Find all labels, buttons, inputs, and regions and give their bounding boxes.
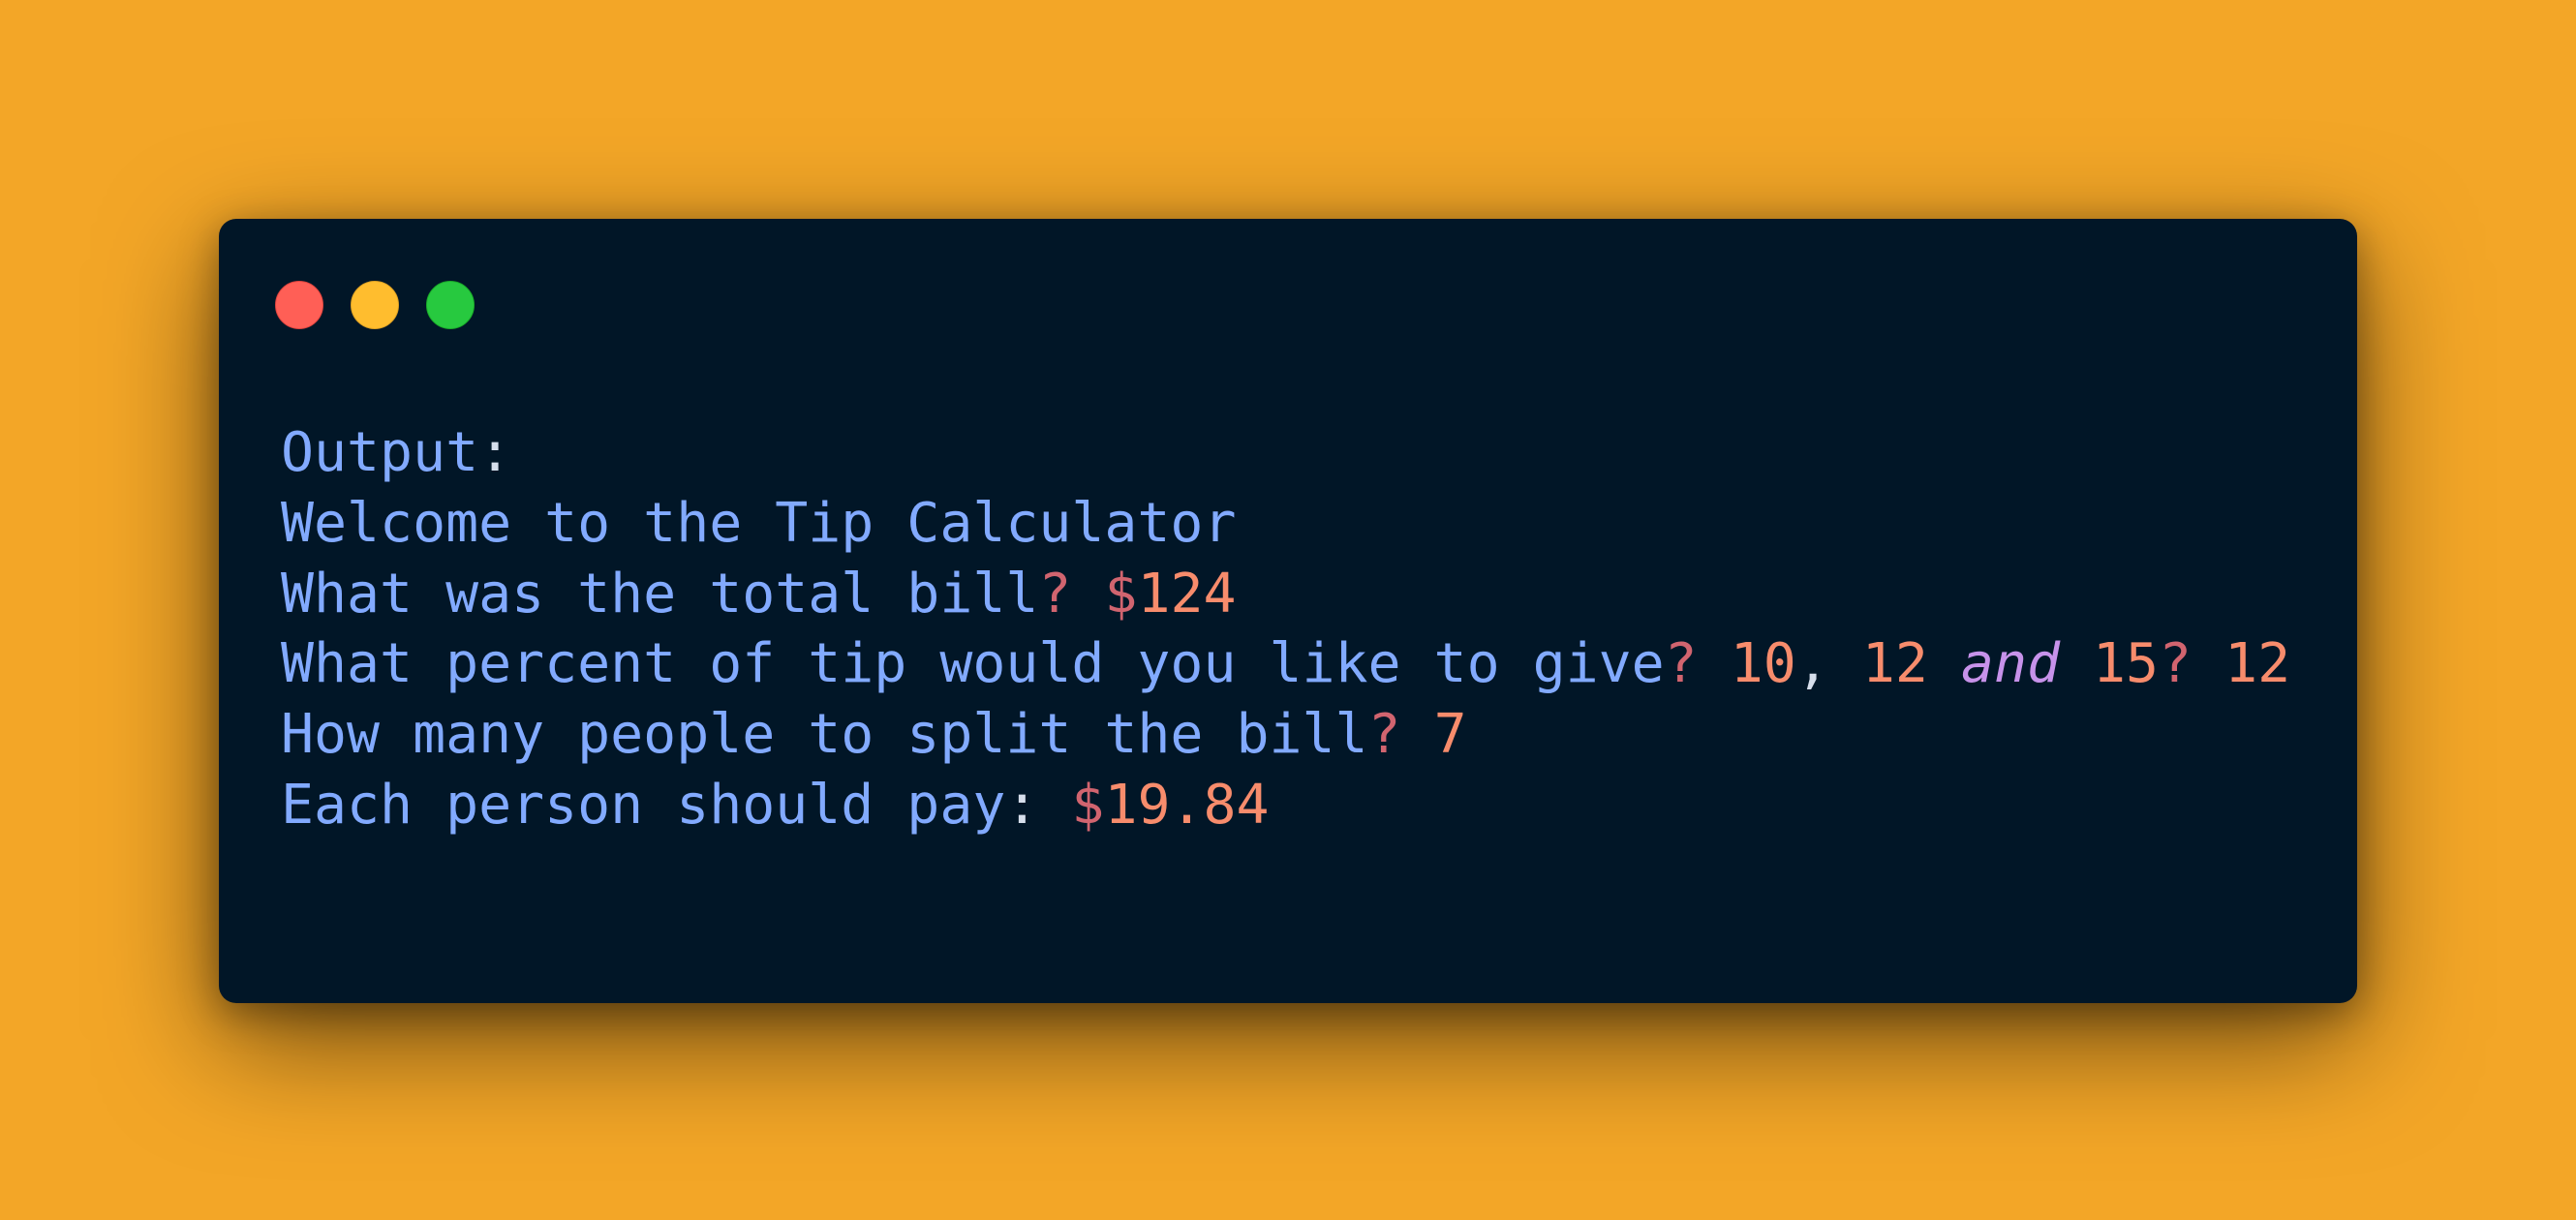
bill-value: 124 bbox=[1137, 562, 1237, 625]
split-value: 7 bbox=[1433, 703, 1467, 767]
tip-option-12: 12 bbox=[1861, 632, 1928, 696]
result-value: 19.84 bbox=[1104, 773, 1270, 837]
tip-option-15: 15 bbox=[2093, 632, 2160, 696]
split-prompt: How many people to split the bill bbox=[281, 703, 1368, 767]
tip-answer: 12 bbox=[2224, 632, 2291, 696]
minimize-button[interactable] bbox=[351, 281, 399, 329]
terminal-window: Output: Welcome to the Tip Calculator What… bbox=[219, 219, 2357, 1003]
bill-dollar-sign: $ bbox=[1104, 562, 1138, 625]
welcome-text: Welcome to the Tip Calculator bbox=[281, 491, 1237, 555]
bill-prompt: What was the total bill bbox=[281, 562, 1039, 625]
bill-line: What was the total bill? $124 bbox=[281, 560, 2290, 630]
tip-prompt: What percent of tip would you like to gi… bbox=[281, 632, 1665, 696]
tip-option-10: 10 bbox=[1730, 632, 1796, 696]
output-label: Output bbox=[281, 421, 479, 484]
tip-options-question-mark: ? bbox=[2159, 632, 2193, 696]
zoom-button[interactable] bbox=[426, 281, 475, 329]
split-question-mark: ? bbox=[1367, 703, 1401, 767]
output-colon: : bbox=[478, 421, 512, 484]
bill-question-mark: ? bbox=[1038, 562, 1072, 625]
result-line: Each person should pay: $19.84 bbox=[281, 771, 2290, 841]
welcome-line: Welcome to the Tip Calculator bbox=[281, 489, 2290, 560]
tip-and-keyword: and bbox=[1960, 632, 2060, 696]
window-controls bbox=[275, 281, 475, 331]
result-label: Each person should pay bbox=[281, 773, 1006, 837]
tip-question-mark: ? bbox=[1664, 632, 1698, 696]
close-button[interactable] bbox=[275, 281, 323, 329]
result-dollar-sign: $ bbox=[1071, 773, 1105, 837]
result-colon: : bbox=[1005, 773, 1039, 837]
output-header-line: Output: bbox=[281, 418, 2290, 489]
tip-line: What percent of tip would you like to gi… bbox=[281, 629, 2290, 700]
terminal-output: Output: Welcome to the Tip Calculator What… bbox=[281, 418, 2290, 841]
split-line: How many people to split the bill? 7 bbox=[281, 700, 2290, 771]
tip-comma: , bbox=[1795, 632, 1829, 696]
